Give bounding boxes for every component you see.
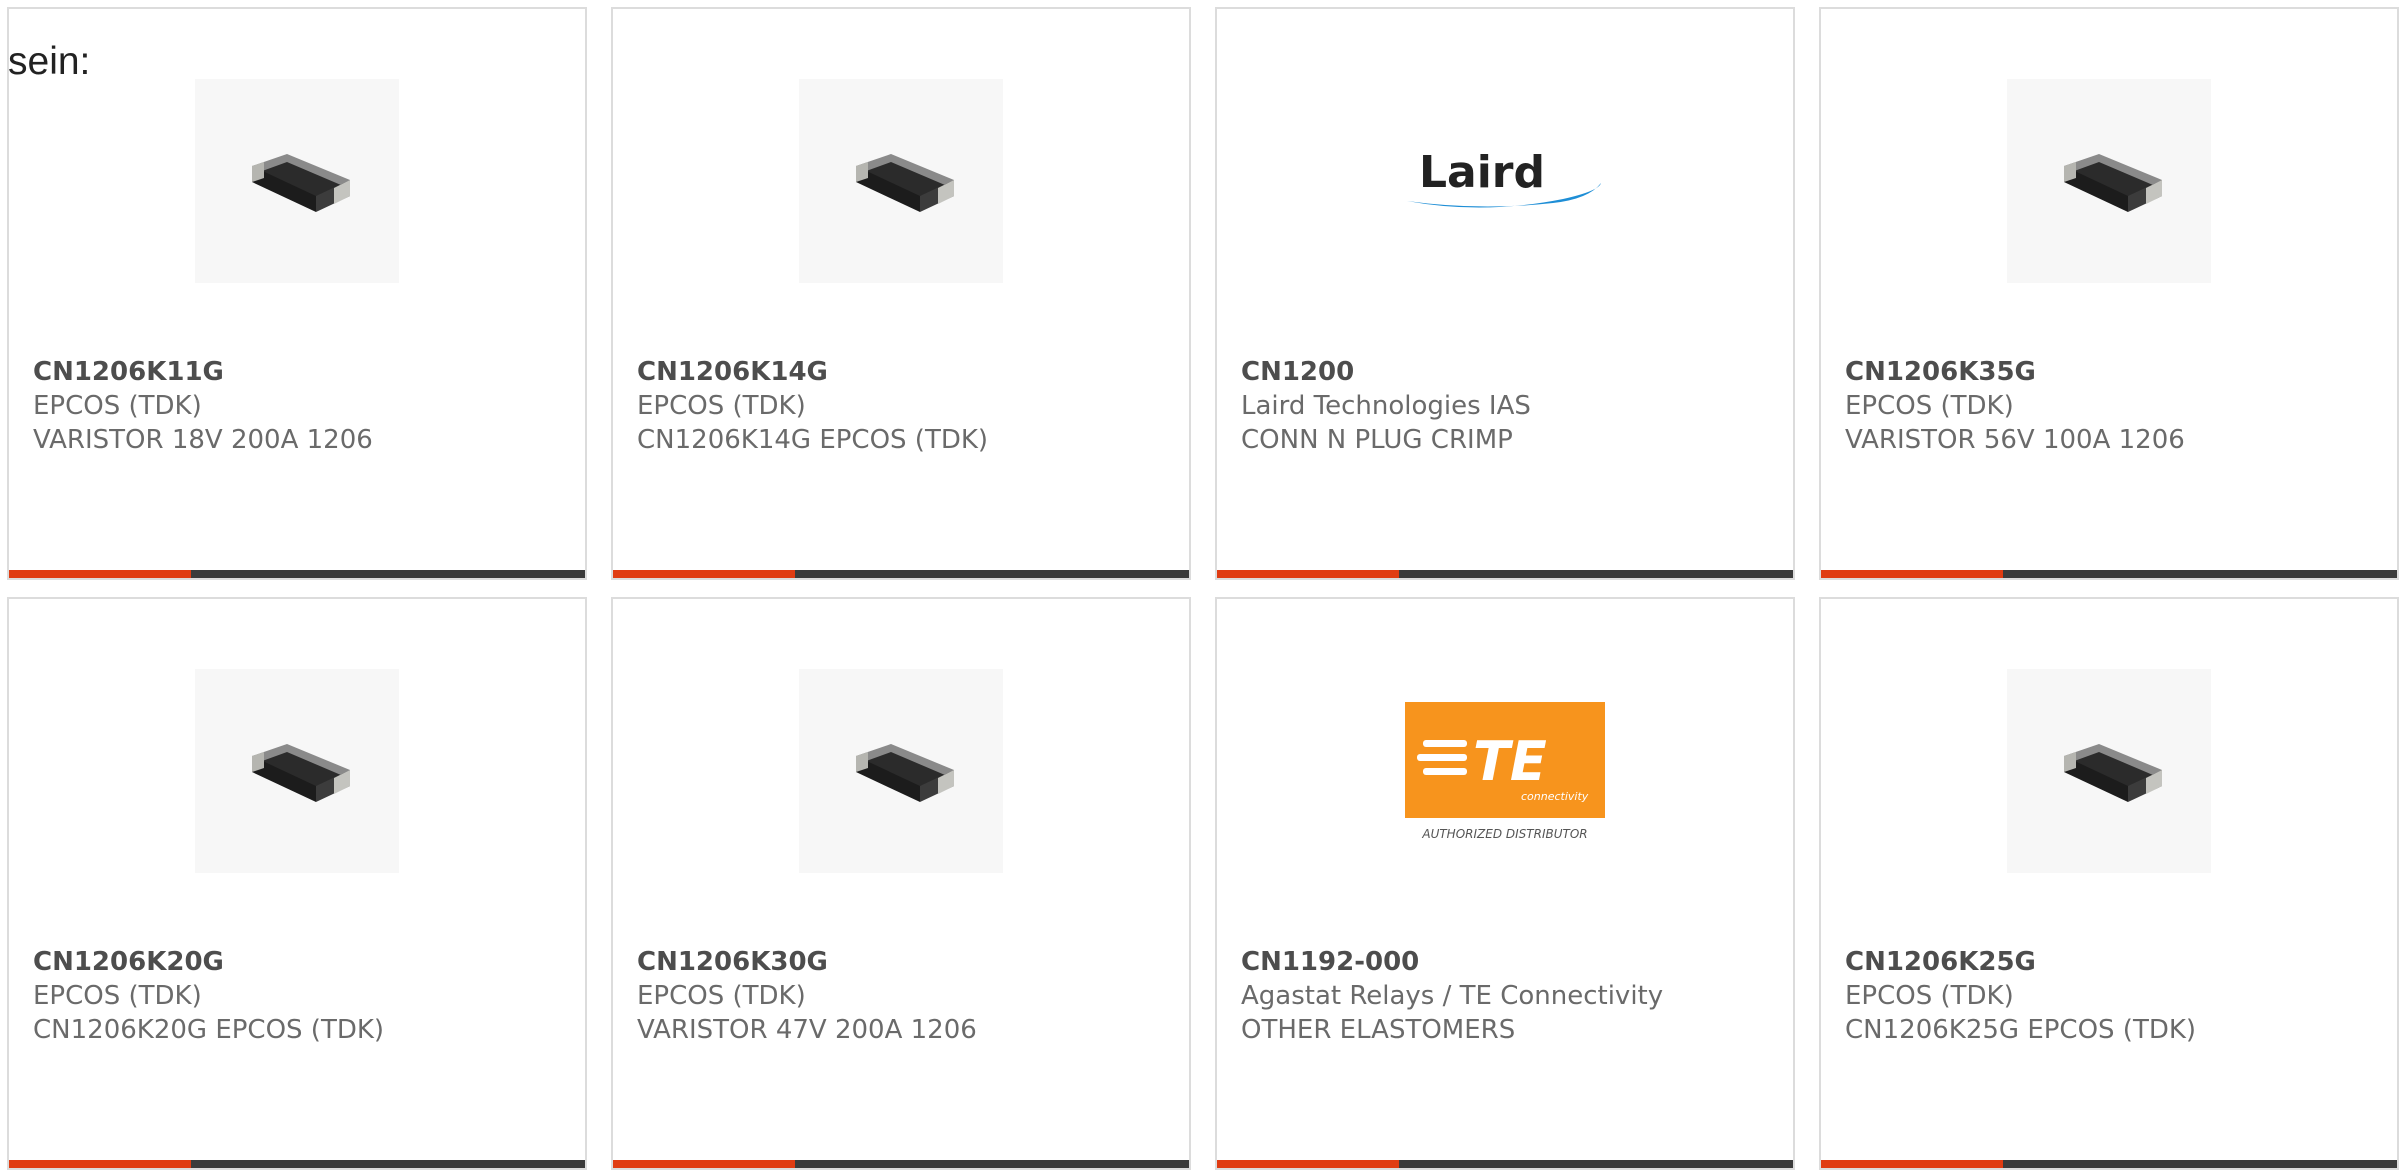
description: CONN N PLUG CRIMP bbox=[1241, 425, 1513, 455]
card-bottom-bar bbox=[613, 1160, 1189, 1168]
product-image bbox=[195, 669, 399, 873]
description: CN1206K20G EPCOS (TDK) bbox=[33, 1015, 385, 1045]
product-card[interactable]: CN1206K25G EPCOS (TDK) CN1206K25G EPCOS … bbox=[1819, 597, 2399, 1170]
manufacturer: EPCOS (TDK) bbox=[637, 391, 806, 421]
product-info: CN1206K30G EPCOS (TDK) VARISTOR 47V 200A… bbox=[637, 945, 1169, 1047]
product-info: CN1206K11G EPCOS (TDK) VARISTOR 18V 200A… bbox=[33, 355, 565, 457]
part-number[interactable]: CN1206K11G bbox=[33, 355, 565, 389]
card-accent-bar bbox=[1821, 1160, 2003, 1168]
description: VARISTOR 47V 200A 1206 bbox=[637, 1015, 977, 1045]
description: OTHER ELASTOMERS bbox=[1241, 1015, 1516, 1045]
card-accent-bar bbox=[1821, 570, 2003, 578]
product-card[interactable]: TE connectivity AUTHORIZED DISTRIBUTOR C… bbox=[1215, 597, 1795, 1170]
manufacturer: EPCOS (TDK) bbox=[33, 981, 202, 1011]
card-bottom-bar bbox=[9, 1160, 585, 1168]
product-info: CN1206K20G EPCOS (TDK) CN1206K20G EPCOS … bbox=[33, 945, 565, 1047]
smd-chip-icon bbox=[856, 744, 954, 802]
product-info: CN1192-000 Agastat Relays / TE Connectiv… bbox=[1241, 945, 1773, 1047]
product-info: CN1206K35G EPCOS (TDK) VARISTOR 56V 100A… bbox=[1845, 355, 2377, 457]
product-grid: CN1206K11G EPCOS (TDK) VARISTOR 18V 200A… bbox=[0, 0, 2400, 1170]
part-number[interactable]: CN1206K25G bbox=[1845, 945, 2377, 979]
manufacturer: Agastat Relays / TE Connectivity bbox=[1241, 981, 1664, 1011]
svg-text:Laird: Laird bbox=[1419, 147, 1545, 198]
description: VARISTOR 56V 100A 1206 bbox=[1845, 425, 2185, 455]
product-card[interactable]: CN1206K11G EPCOS (TDK) VARISTOR 18V 200A… bbox=[7, 7, 587, 580]
product-info: CN1206K25G EPCOS (TDK) CN1206K25G EPCOS … bbox=[1845, 945, 2377, 1047]
product-image: TE connectivity AUTHORIZED DISTRIBUTOR bbox=[1403, 669, 1607, 873]
card-bottom-bar bbox=[1217, 1160, 1793, 1168]
smd-chip-icon bbox=[856, 154, 954, 212]
product-card[interactable]: CN1206K30G EPCOS (TDK) VARISTOR 47V 200A… bbox=[611, 597, 1191, 1170]
card-accent-bar bbox=[1217, 1160, 1399, 1168]
card-bottom-bar bbox=[1821, 570, 2397, 578]
manufacturer: EPCOS (TDK) bbox=[1845, 981, 2014, 1011]
card-bottom-bar bbox=[613, 570, 1189, 578]
card-accent-bar bbox=[613, 570, 795, 578]
smd-chip-icon bbox=[2064, 744, 2162, 802]
part-number[interactable]: CN1206K20G bbox=[33, 945, 565, 979]
te-connectivity-logo-icon: TE connectivity AUTHORIZED DISTRIBUTOR bbox=[1405, 702, 1605, 841]
smd-chip-icon bbox=[2064, 154, 2162, 212]
part-number[interactable]: CN1206K14G bbox=[637, 355, 1169, 389]
product-image bbox=[2007, 669, 2211, 873]
card-bottom-bar bbox=[1217, 570, 1793, 578]
part-number[interactable]: CN1200 bbox=[1241, 355, 1773, 389]
description: CN1206K14G EPCOS (TDK) bbox=[637, 425, 989, 455]
part-number[interactable]: CN1206K30G bbox=[637, 945, 1169, 979]
manufacturer: EPCOS (TDK) bbox=[33, 391, 202, 421]
product-image bbox=[799, 79, 1003, 283]
svg-text:AUTHORIZED DISTRIBUTOR: AUTHORIZED DISTRIBUTOR bbox=[1421, 827, 1587, 841]
card-bottom-bar bbox=[9, 570, 585, 578]
card-accent-bar bbox=[9, 1160, 191, 1168]
manufacturer: EPCOS (TDK) bbox=[637, 981, 806, 1011]
description: CN1206K25G EPCOS (TDK) bbox=[1845, 1015, 2197, 1045]
product-card[interactable]: CN1206K35G EPCOS (TDK) VARISTOR 56V 100A… bbox=[1819, 7, 2399, 580]
svg-text:connectivity: connectivity bbox=[1521, 790, 1589, 803]
card-bottom-bar bbox=[1821, 1160, 2397, 1168]
manufacturer: EPCOS (TDK) bbox=[1845, 391, 2014, 421]
product-image bbox=[195, 79, 399, 283]
product-image: Laird bbox=[1403, 79, 1607, 283]
part-number[interactable]: CN1192-000 bbox=[1241, 945, 1773, 979]
description: VARISTOR 18V 200A 1206 bbox=[33, 425, 373, 455]
product-info: CN1200 Laird Technologies IAS CONN N PLU… bbox=[1241, 355, 1773, 457]
part-number[interactable]: CN1206K35G bbox=[1845, 355, 2377, 389]
card-accent-bar bbox=[1217, 570, 1399, 578]
smd-chip-icon bbox=[252, 154, 350, 212]
product-card[interactable]: CN1206K14G EPCOS (TDK) CN1206K14G EPCOS … bbox=[611, 7, 1191, 580]
laird-logo-icon: Laird bbox=[1407, 147, 1601, 208]
product-image bbox=[799, 669, 1003, 873]
product-info: CN1206K14G EPCOS (TDK) CN1206K14G EPCOS … bbox=[637, 355, 1169, 457]
product-card[interactable]: CN1206K20G EPCOS (TDK) CN1206K20G EPCOS … bbox=[7, 597, 587, 1170]
card-accent-bar bbox=[9, 570, 191, 578]
card-accent-bar bbox=[613, 1160, 795, 1168]
smd-chip-icon bbox=[252, 744, 350, 802]
product-image bbox=[2007, 79, 2211, 283]
svg-text:TE: TE bbox=[1473, 730, 1547, 793]
intro-text: sein: bbox=[8, 40, 91, 83]
product-card[interactable]: Laird CN1200 Laird Technologies IAS CONN… bbox=[1215, 7, 1795, 580]
manufacturer: Laird Technologies IAS bbox=[1241, 391, 1531, 421]
